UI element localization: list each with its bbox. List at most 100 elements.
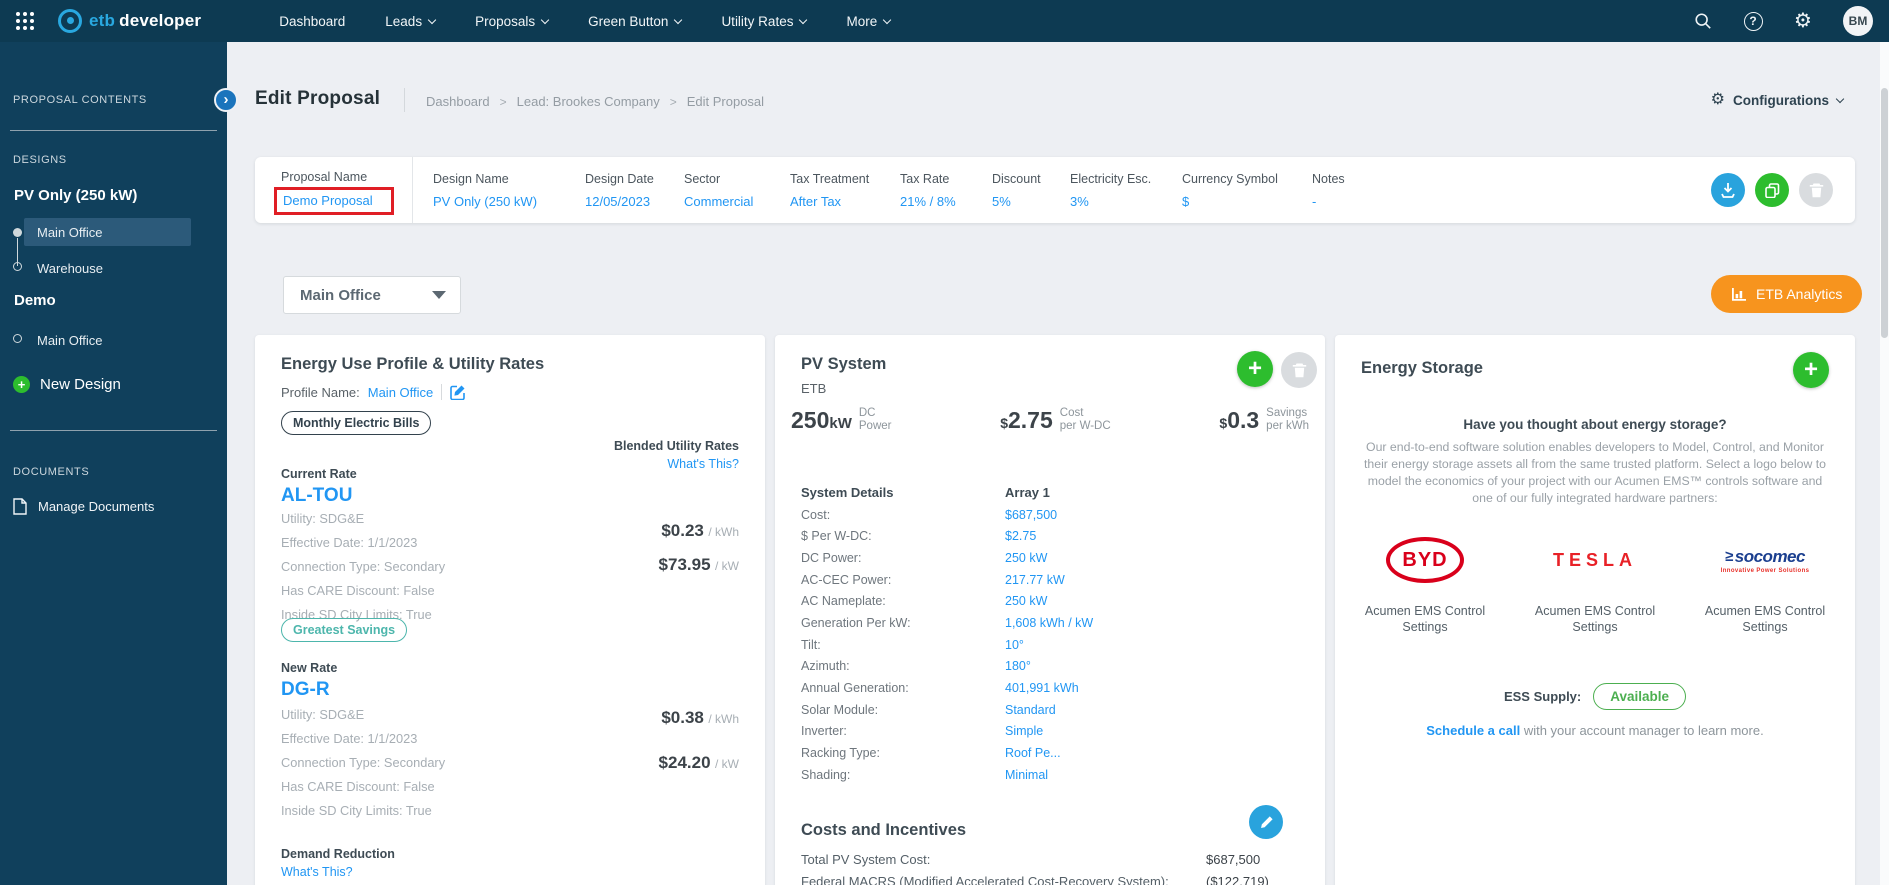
nav-leads[interactable]: Leads — [385, 14, 437, 29]
delete-pv-system-button[interactable] — [1281, 352, 1317, 388]
current-rate-link[interactable]: AL-TOU — [281, 485, 352, 507]
tax-rate-link[interactable]: 21% / 8% — [900, 194, 974, 209]
brand-developer-text: developer — [119, 11, 202, 30]
design-date-link[interactable]: 12/05/2023 — [585, 194, 666, 209]
partner-caption: Acumen EMS Control Settings — [1704, 604, 1826, 634]
help-icon[interactable] — [1743, 11, 1763, 31]
blended-utility-rates: Blended Utility Rates What's This? — [614, 439, 739, 471]
field-label: Proposal Name — [281, 170, 368, 184]
row-value[interactable]: $687,500 — [1005, 508, 1093, 522]
apps-grid-icon[interactable] — [16, 12, 34, 30]
avatar[interactable]: BM — [1843, 6, 1873, 36]
add-pv-system-button[interactable] — [1237, 351, 1273, 387]
edit-profile-icon[interactable] — [450, 384, 466, 400]
search-icon[interactable] — [1693, 11, 1713, 31]
discount-link[interactable]: 5% — [992, 194, 1052, 209]
row-value[interactable]: Roof Pe... — [1005, 746, 1093, 760]
row-value[interactable]: 180° — [1005, 659, 1093, 673]
row-value[interactable]: 250 kW — [1005, 594, 1093, 608]
download-proposal-button[interactable] — [1711, 173, 1745, 207]
detail-utility: Utility: SDG&E — [281, 511, 365, 526]
nav-proposals[interactable]: Proposals — [475, 14, 550, 29]
row-label: Shading: — [801, 767, 851, 782]
edit-costs-button[interactable] — [1249, 805, 1283, 839]
manage-documents-button[interactable]: Manage Documents — [13, 498, 154, 515]
add-energy-storage-button[interactable] — [1793, 352, 1829, 388]
greatest-savings-chip: Greatest Savings — [281, 618, 408, 642]
cost-row-total: Total PV System Cost: $687,500 — [801, 852, 1260, 867]
configurations-button[interactable]: Configurations — [1711, 92, 1845, 108]
cost-value: ($122,719) — [1206, 874, 1269, 885]
row-value[interactable]: $2.75 — [1005, 529, 1093, 543]
breadcrumb-dashboard[interactable]: Dashboard — [426, 94, 490, 109]
current-rate-kw-price: $73.95 / kW — [658, 555, 739, 574]
energy-storage-card: Energy Storage Have you thought about en… — [1335, 335, 1855, 885]
field-label: Discount — [992, 171, 1041, 186]
nav-utility-rates[interactable]: Utility Rates — [721, 14, 808, 29]
etb-developer-logo[interactable]: etb developer — [58, 9, 201, 33]
partner-byd[interactable]: BYD Acumen EMS Control Settings — [1345, 531, 1505, 635]
pencil-icon — [1260, 815, 1273, 828]
sidebar-item-demo-main-office[interactable]: Main Office — [13, 326, 191, 354]
tax-treatment-link[interactable]: After Tax — [790, 194, 882, 209]
schedule-call-link[interactable]: Schedule a call — [1426, 723, 1520, 738]
profile-name-row: Profile Name: Main Office — [281, 384, 466, 400]
row-value[interactable]: Simple — [1005, 724, 1093, 738]
ess-supply-row: ESS Supply: Available — [1335, 683, 1855, 710]
copy-proposal-button[interactable] — [1755, 173, 1789, 207]
storage-partners: BYD Acumen EMS Control Settings TESLA Ac… — [1345, 531, 1845, 635]
nav-more[interactable]: More — [846, 14, 892, 29]
profile-name-link[interactable]: Main Office — [368, 385, 434, 400]
scrollbar-thumb[interactable] — [1881, 88, 1888, 338]
new-rate-link[interactable]: DG-R — [281, 679, 330, 701]
row-value[interactable]: 401,991 kWh — [1005, 681, 1093, 695]
row-value[interactable]: 217.77 kW — [1005, 573, 1093, 587]
nav-green-button[interactable]: Green Button — [588, 14, 683, 29]
office-select-dropdown[interactable]: Main Office — [283, 276, 461, 314]
divider — [10, 430, 217, 431]
new-design-button[interactable]: New Design — [13, 376, 121, 393]
nav-dashboard[interactable]: Dashboard — [279, 14, 345, 29]
partner-tesla[interactable]: TESLA Acumen EMS Control Settings — [1515, 531, 1675, 635]
proposal-name-link[interactable]: Demo Proposal — [283, 193, 373, 208]
row-value[interactable]: 10° — [1005, 638, 1093, 652]
sidebar-item-warehouse[interactable]: Warehouse — [13, 254, 191, 282]
stat-cost-per-wdc: $2.75 Cost per W-DC — [1000, 407, 1111, 433]
row-value[interactable]: 1,608 kWh / kW — [1005, 616, 1093, 630]
design-group-demo[interactable]: Demo — [0, 292, 227, 309]
electricity-esc-link[interactable]: 3% — [1070, 194, 1164, 209]
etb-analytics-button[interactable]: ETB Analytics — [1711, 275, 1863, 313]
field-label: Tax Treatment — [790, 171, 870, 186]
row-value[interactable]: 250 kW — [1005, 551, 1093, 565]
chevron-down-icon — [1835, 94, 1845, 103]
detail-care-discount: Has CARE Discount: False — [281, 779, 435, 794]
timeline-dot-open — [13, 262, 22, 271]
row-value[interactable]: Standard — [1005, 703, 1093, 717]
design-group-pv-only[interactable]: PV Only (250 kW) — [0, 187, 227, 204]
settings-gear-icon[interactable] — [1793, 11, 1813, 31]
currency-symbol-link[interactable]: $ — [1182, 194, 1294, 209]
breadcrumb-lead[interactable]: Lead: Brookes Company — [517, 94, 660, 109]
divider — [404, 88, 405, 112]
sidebar-item-label: Warehouse — [37, 260, 103, 276]
designs-header: DESIGNS — [13, 154, 67, 166]
page-scrollbar[interactable] — [1880, 42, 1889, 885]
partner-socomec[interactable]: ≥ socomec Innovative Power Solutions Acum… — [1685, 531, 1845, 635]
detail-city-limits: Inside SD City Limits: True — [281, 803, 432, 818]
sidebar-collapse-toggle[interactable] — [214, 88, 238, 112]
sidebar-item-main-office[interactable]: Main Office — [13, 218, 191, 246]
page-title: Edit Proposal — [255, 88, 381, 109]
sector-link[interactable]: Commercial — [684, 194, 772, 209]
blended-whats-this-link[interactable]: What's This? — [614, 457, 739, 471]
socomec-tagline: Innovative Power Solutions — [1720, 567, 1810, 574]
demand-whats-this-link[interactable]: What's This? — [281, 865, 353, 879]
partner-caption: Acumen EMS Control Settings — [1364, 604, 1486, 634]
chevron-down-icon — [540, 15, 550, 24]
row-label: Racking Type: — [801, 746, 880, 761]
notes-link[interactable]: - — [1312, 194, 1384, 209]
delete-proposal-button[interactable] — [1799, 173, 1833, 207]
row-value[interactable]: Minimal — [1005, 768, 1093, 782]
design-name-link[interactable]: PV Only (250 kW) — [433, 194, 567, 209]
office-select-value: Main Office — [300, 286, 381, 304]
chevron-down-icon — [427, 15, 437, 24]
